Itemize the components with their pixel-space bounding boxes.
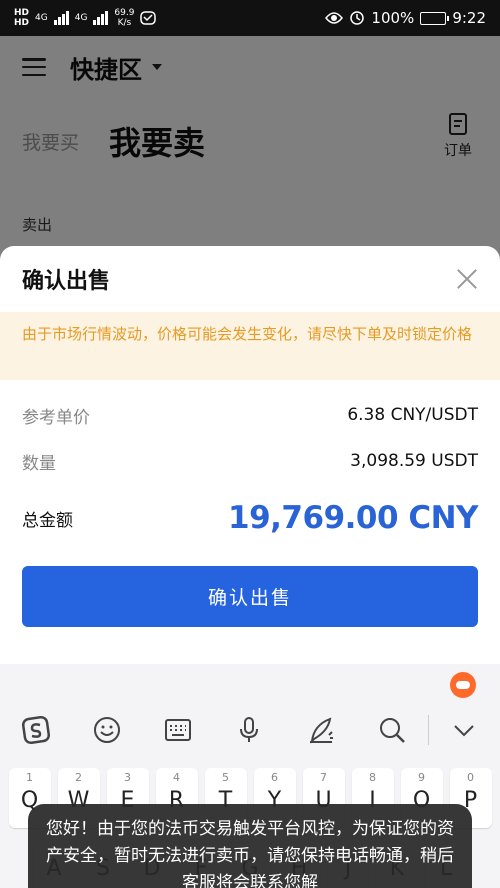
battery-percent: 100% <box>371 9 415 27</box>
quantity-value: 3,098.59 USDT <box>350 451 478 471</box>
total-row: 总金额 19,769.00 CNY <box>0 488 500 548</box>
search-icon[interactable] <box>356 715 427 745</box>
price-warning: 由于市场行情波动，价格可能会发生变化，请尽快下单及时锁定价格 <box>0 312 500 380</box>
key-number: 0 <box>467 771 474 784</box>
key-number: 4 <box>173 771 180 784</box>
status-bar: HD HD 4G 4G 69.9 K/s 100% 9:22 <box>0 0 500 36</box>
total-label: 总金额 <box>22 510 73 531</box>
keyboard-icon[interactable] <box>143 715 214 745</box>
microphone-icon[interactable] <box>214 715 285 745</box>
hd-label-2: HD <box>14 18 30 28</box>
clock: 9:22 <box>452 9 486 27</box>
key-number: 7 <box>320 771 327 784</box>
key-number: 6 <box>271 771 278 784</box>
network-speed-unit: K/s <box>117 18 132 28</box>
signal-icon <box>93 11 109 25</box>
hd-label-1: HD <box>14 8 30 18</box>
app-notification-icon <box>140 11 157 25</box>
key-number: 2 <box>75 771 82 784</box>
alarm-icon <box>350 11 365 25</box>
unit-price-value: 6.38 CNY/USDT <box>347 405 478 425</box>
key-number: 9 <box>418 771 425 784</box>
battery-icon <box>420 11 450 25</box>
key-number: 1 <box>26 771 33 784</box>
key-number: 8 <box>369 771 376 784</box>
sogou-logo-icon[interactable] <box>0 715 71 745</box>
chevron-down-icon[interactable] <box>429 715 500 745</box>
handwriting-icon[interactable] <box>285 715 356 745</box>
sheet-title: 确认出售 <box>22 269 111 294</box>
confirm-sale-sheet: 确认出售 由于市场行情波动，价格可能会发生变化，请尽快下单及时锁定价格 参考单价… <box>0 246 500 666</box>
confirm-sell-button[interactable]: 确认出售 <box>22 566 478 627</box>
quantity-row: 数量 3,098.59 USDT <box>0 438 500 484</box>
unit-price-label: 参考单价 <box>22 407 90 428</box>
emoji-icon[interactable] <box>71 715 142 745</box>
network-speed: 69.9 K/s <box>114 8 134 28</box>
network-type-2: 4G <box>74 13 88 23</box>
signal-icon <box>53 11 69 25</box>
network-indicators: HD HD 4G 4G 69.9 K/s <box>14 8 157 28</box>
unit-price-row: 参考单价 6.38 CNY/USDT <box>0 392 500 438</box>
total-value: 19,769.00 CNY <box>228 500 478 536</box>
risk-control-toast: 您好！由于您的法币交易触发平台风控，为保证您的资产安全，暂时无法进行卖币，请您保… <box>28 804 472 888</box>
key-number: 3 <box>124 771 131 784</box>
network-speed-value: 69.9 <box>114 8 135 18</box>
network-type-1: 4G <box>35 13 48 23</box>
quantity-label: 数量 <box>22 453 56 474</box>
key-number: 5 <box>222 771 229 784</box>
close-icon[interactable] <box>456 268 478 290</box>
keyboard-mascot-icon[interactable] <box>450 672 476 698</box>
keyboard-toolbar <box>0 710 500 750</box>
eye-icon <box>325 12 344 24</box>
